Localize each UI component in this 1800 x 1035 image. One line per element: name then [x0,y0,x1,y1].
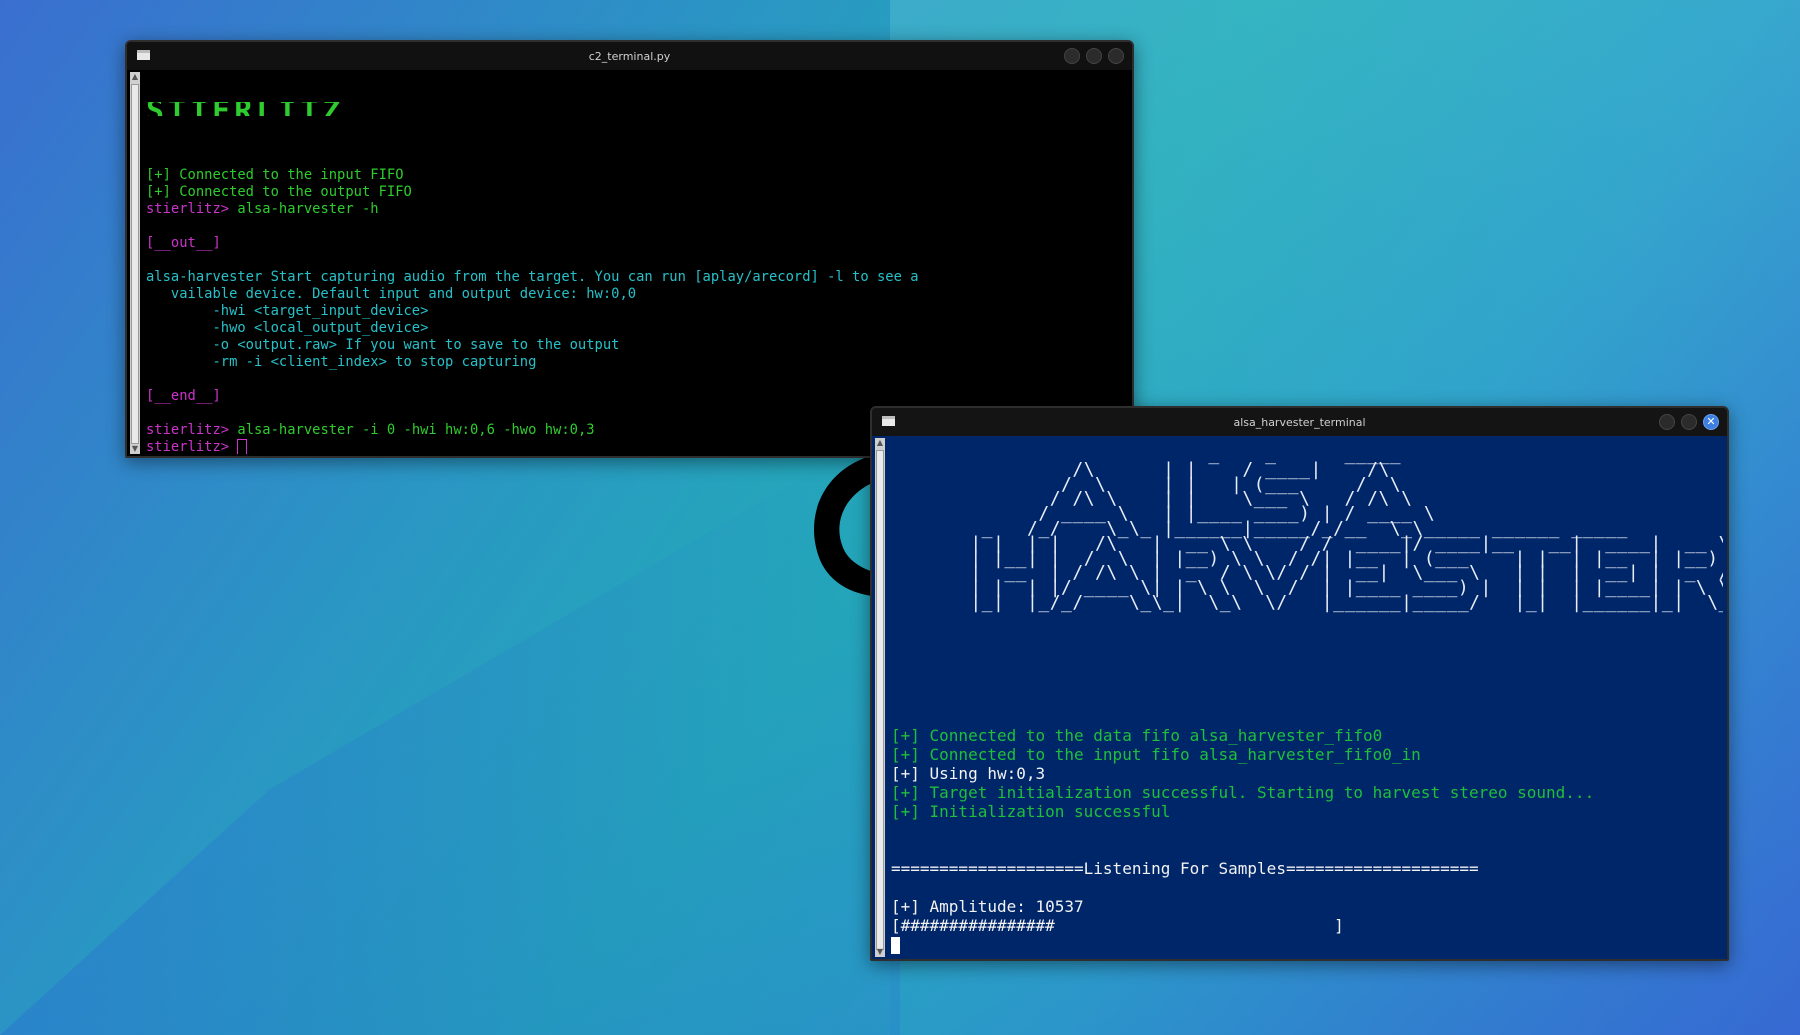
window-title: c2_terminal.py [588,49,671,63]
scroll-thumb[interactable] [131,84,139,444]
scroll-thumb[interactable] [876,450,884,950]
banner-text: STIERLITZ [146,102,1126,116]
maximize-icon[interactable] [1086,48,1102,64]
ascii-line: |_| |_/_/ \_\_| \_\ \/ |______|_____/ |_… [959,591,1723,613]
scroll-down-icon[interactable]: ▼ [130,444,140,454]
terminal-line: -hwo <local_output_device> [146,320,429,336]
shell-command [229,439,237,454]
window-menu-icon[interactable] [137,50,150,60]
text-cursor[interactable] [891,937,900,954]
alsa-harvester-terminal-window[interactable]: alsa_harvester_terminal ✕ ▲ ▼ _ _ _____ … [870,406,1729,961]
scrollbar[interactable]: ▲ ▼ [130,72,140,454]
minimize-icon[interactable] [1064,48,1080,64]
window-menu-icon[interactable] [882,416,895,426]
terminal-line: [+] Connected to the input FIFO [146,167,404,183]
shell-command: alsa-harvester -i 0 -hwi hw:0,6 -hwo hw:… [229,422,595,438]
scroll-down-icon[interactable]: ▼ [875,947,885,957]
maximize-icon[interactable] [1681,414,1697,430]
window-title: alsa_harvester_terminal [1233,415,1366,429]
log-line: ====================Listening For Sample… [891,859,1479,878]
scroll-up-icon[interactable]: ▲ [875,438,885,448]
terminal-line: -hwi <target_input_device> [146,303,429,319]
scroll-up-icon[interactable]: ▲ [130,72,140,82]
c2-terminal-window[interactable]: c2_terminal.py ▲ ▼ STIERLITZ [+] Connect… [125,40,1134,458]
terminal-line: vailable device. Default input and outpu… [146,286,637,302]
close-icon[interactable]: ✕ [1703,414,1719,430]
log-line: [+] Target initialization successful. St… [891,783,1595,802]
ascii-banner: _ _ _____ /\ | | / ____| /\ / \ | | | (_… [959,446,1723,613]
harvester-log: [+] Connected to the data fifo alsa_harv… [891,726,1594,954]
terminal-line: -rm -i <client_index> to stop capturing [146,354,537,370]
text-cursor[interactable] [237,439,248,454]
log-line: [+] Using hw:0,3 [891,764,1046,783]
log-line: [+] Amplitude: 10537 [891,897,1084,916]
log-line: [+] Connected to the input fifo alsa_har… [891,745,1421,764]
terminal-line: [__out__] [146,235,221,251]
log-line: [################ ] [891,916,1344,935]
terminal-output[interactable]: _ _ _____ /\ | | / ____| /\ / \ | | | (_… [889,438,1723,957]
terminal-line: [+] Connected to the output FIFO [146,184,412,200]
terminal-output[interactable]: STIERLITZ [+] Connected to the input FIF… [144,72,1126,454]
shell-prompt: stierlitz> [146,201,230,217]
terminal-line: [__end__] [146,388,221,404]
titlebar[interactable]: alsa_harvester_terminal ✕ [872,408,1727,436]
shell-command: alsa-harvester -h [229,201,379,217]
log-line: [+] Connected to the data fifo alsa_harv… [891,726,1383,745]
terminal-line: stierlitz> alsa-harvester -h [146,201,1126,218]
wallpaper-facet [0,420,900,1035]
terminal-line: alsa-harvester Start capturing audio fro… [146,269,919,285]
minimize-icon[interactable] [1659,414,1675,430]
scrollbar[interactable]: ▲ ▼ [875,438,885,957]
shell-prompt: stierlitz> [146,439,230,454]
close-icon[interactable] [1108,48,1124,64]
titlebar[interactable]: c2_terminal.py [127,42,1132,70]
log-line: [+] Initialization successful [891,802,1171,821]
terminal-line: -o <output.raw> If you want to save to t… [146,337,620,353]
shell-prompt: stierlitz> [146,422,230,438]
